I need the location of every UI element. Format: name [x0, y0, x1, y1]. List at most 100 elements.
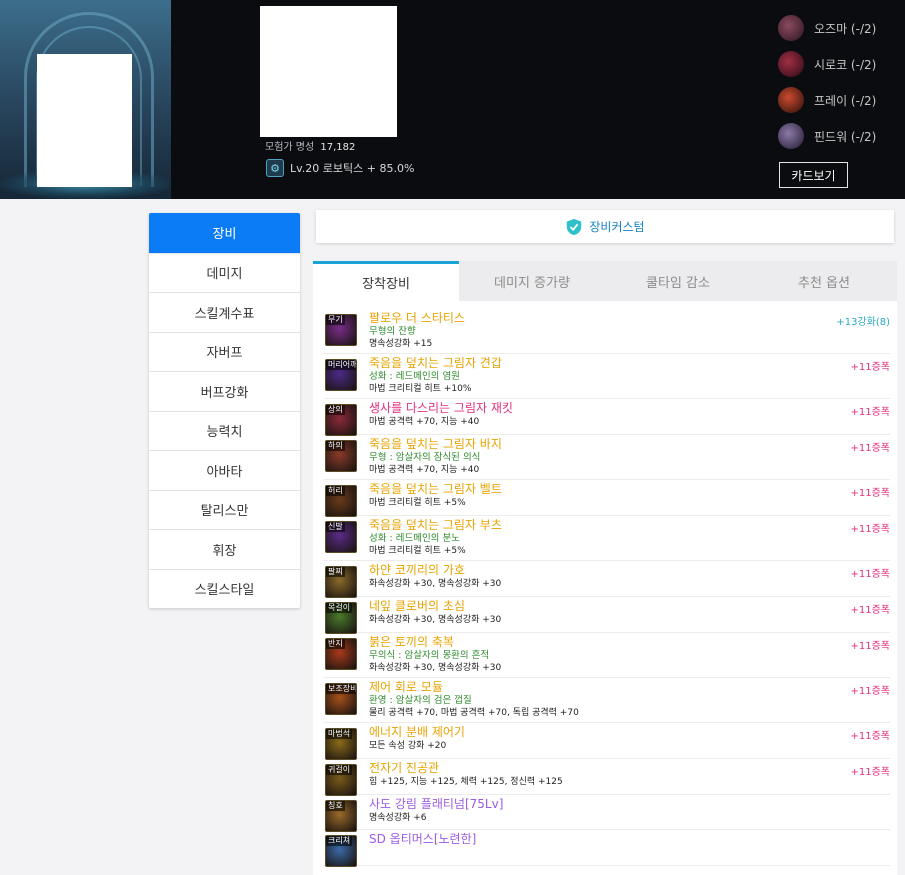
equipment-text: 붉은 토끼의 축복 무의식 : 암살자의 몽환의 흔적화속성강화 +30, 명속성…	[369, 635, 501, 674]
tab-recommended-options[interactable]: 추천 옵션	[751, 261, 897, 301]
equipment-stats: 화속성강화 +30, 명속성강화 +30	[369, 663, 502, 673]
equipment-stats: 마법 공격력 +70, 지능 +40	[369, 465, 480, 475]
equipment-slot-tag: 허리	[326, 486, 345, 496]
equipment-slot-tag: 마법석	[326, 729, 353, 739]
party-member[interactable]: 핀드워 (-/2)	[778, 118, 900, 154]
equipment-name[interactable]: 팔로우 더 스타티스	[369, 311, 465, 326]
menu-item-avatar[interactable]: 아바타	[149, 450, 300, 490]
equipment-stats: 물리 공격력 +70, 마법 공격력 +70, 독립 공격력 +70	[369, 708, 579, 718]
equipment-item-icon: 보조장비	[325, 683, 357, 715]
menu-item-buff-enhance[interactable]: 버프강화	[149, 371, 300, 411]
tab-equipped[interactable]: 장착장비	[313, 261, 459, 301]
equipment-text: 제어 회로 모듈 환영 : 암살자의 검은 껍질물리 공격력 +70, 마법 공격…	[369, 680, 579, 719]
menu-item-stats[interactable]: 능력치	[149, 410, 300, 451]
equipment-name[interactable]: 제어 회로 모듈	[369, 680, 579, 695]
equipment-stats: 모든 속성 강화 +20	[369, 741, 447, 751]
avatar	[778, 15, 804, 41]
equipment-slot-tag: 크리쳐	[326, 836, 353, 846]
equipment-name[interactable]: 죽음을 덮치는 그림자 견갑	[369, 356, 502, 371]
fame-value: 17,182	[320, 142, 356, 153]
equipment-reinforce-level: +11증폭	[850, 569, 890, 580]
equipment-item-icon: 반지	[325, 638, 357, 670]
party-list: 오즈마 (-/2) 시로코 (-/2) 프레이 (-/2) 핀드워 (-/2)	[778, 10, 900, 154]
equipment-row[interactable]: 목걸이 네잎 클로버의 초심 화속성강화 +30, 명속성강화 +30 +11증폭	[324, 597, 890, 634]
card-view-button[interactable]: 카드보기	[779, 162, 848, 188]
equipment-reinforce-level: +11증폭	[850, 686, 890, 697]
party-member[interactable]: 프레이 (-/2)	[778, 82, 900, 118]
equipment-reinforce-level: +11증폭	[850, 443, 890, 454]
party-member[interactable]: 오즈마 (-/2)	[778, 10, 900, 46]
equipment-text: 에너지 분배 제어기 모든 속성 강화 +20	[369, 725, 465, 752]
equipment-stats: 마법 공격력 +70, 지능 +40	[369, 417, 480, 427]
equipment-text: SD 옵티머스[노련한]	[369, 832, 476, 847]
equipment-reinforce-level: +11증폭	[850, 767, 890, 778]
equipment-slot-tag: 무기	[326, 315, 345, 325]
equipment-fusion-option: 성화 : 레드메인의 염원	[369, 371, 460, 382]
equipment-reinforce-level: +11증폭	[850, 524, 890, 535]
equipment-stats: 명속성강화 +6	[369, 813, 427, 823]
equipment-item-icon: 머리어깨	[325, 359, 357, 391]
equipment-text: 하얀 코끼리의 가호 화속성강화 +30, 명속성강화 +30	[369, 563, 501, 590]
equipment-fusion-option: 성화 : 레드메인의 분노	[369, 533, 460, 544]
equipment-custom-button[interactable]: 장비커스텀	[316, 210, 894, 243]
equipment-fusion-option: 환영 : 암살자의 검은 껍질	[369, 695, 472, 706]
equipment-name[interactable]: 붉은 토끼의 축복	[369, 635, 501, 650]
equipment-row[interactable]: 신발 죽음을 덮치는 그림자 부츠 성화 : 레드메인의 분노 마법 크리티컬 히트 …	[324, 516, 890, 561]
equipment-name[interactable]: 죽음을 덮치는 그림자 벨트	[369, 482, 502, 497]
avatar	[778, 87, 804, 113]
equipment-name[interactable]: 죽음을 덮치는 그림자 바지	[369, 437, 502, 452]
equipment-reinforce-level: +11증폭	[850, 362, 890, 373]
side-menu: 장비 데미지 스킬계수표 자버프 버프강화 능력치 아바타 탈리스만 휘장 스킬…	[149, 213, 300, 608]
equipment-row[interactable]: 귀걸이 전자기 진공관 힘 +125, 지능 +125, 체력 +125, 정신력 …	[324, 759, 890, 796]
equipment-item-icon: 목걸이	[325, 602, 357, 634]
equipment-name[interactable]: 하얀 코끼리의 가호	[369, 563, 501, 578]
equipment-name[interactable]: 생사를 다스리는 그림자 재킷	[369, 401, 513, 416]
equipment-slot-tag: 신발	[326, 522, 345, 532]
equipment-row[interactable]: 크리쳐 SD 옵티머스[노련한]	[324, 830, 890, 867]
party-member[interactable]: 시로코 (-/2)	[778, 46, 900, 82]
character-image	[37, 54, 132, 187]
equipment-text: 팔로우 더 스타티스 무형의 잔향 명속성강화 +15	[369, 311, 465, 350]
equipment-row[interactable]: 반지 붉은 토끼의 축복 무의식 : 암살자의 몽환의 흔적화속성강화 +30, 명…	[324, 633, 890, 678]
equipment-row[interactable]: 칭호 사도 강림 플래티넘[75Lv] 명속성강화 +6	[324, 795, 890, 832]
equipment-name[interactable]: 죽음을 덮치는 그림자 부츠	[369, 518, 502, 533]
equipment-name[interactable]: 전자기 진공관	[369, 761, 563, 776]
robotics-icon: ⚙	[266, 159, 284, 177]
menu-item-self-buff[interactable]: 자버프	[149, 331, 300, 372]
menu-item-talisman[interactable]: 탈리스만	[149, 489, 300, 530]
equipment-panel: 무기 팔로우 더 스타티스 무형의 잔향 명속성강화 +15 +13강화(8) 머리어깨 죽…	[313, 301, 897, 875]
equipment-row[interactable]: 머리어깨 죽음을 덮치는 그림자 견갑 성화 : 레드메인의 염원 마법 크리티컬 히…	[324, 354, 890, 399]
equipment-row[interactable]: 상의 생사를 다스리는 그림자 재킷 마법 공격력 +70, 지능 +40 +11증폭	[324, 399, 890, 436]
tab-damage-increase[interactable]: 데미지 증가량	[459, 261, 605, 301]
equipment-tabs: 장착장비 데미지 증가량 쿨타임 감소 추천 옵션	[313, 261, 897, 301]
menu-item-emblem[interactable]: 휘장	[149, 529, 300, 569]
menu-item-skill-style[interactable]: 스킬스타일	[149, 568, 300, 609]
equipment-text: 죽음을 덮치는 그림자 견갑 성화 : 레드메인의 염원 마법 크리티컬 히트 +1…	[369, 356, 502, 395]
fame-row: 모험가 명성 17,182	[265, 138, 355, 153]
equipment-name[interactable]: 사도 강림 플래티넘[75Lv]	[369, 797, 503, 812]
equipment-row[interactable]: 허리 죽음을 덮치는 그림자 벨트 마법 크리티컬 히트 +5% +11증폭	[324, 480, 890, 517]
equipment-item-icon: 팔찌	[325, 566, 357, 598]
equipment-name[interactable]: 에너지 분배 제어기	[369, 725, 465, 740]
equipment-row[interactable]: 하의 죽음을 덮치는 그림자 바지 무형 : 암살자의 잠식된 의식 마법 공격력 +…	[324, 435, 890, 480]
equipment-item-icon: 마법석	[325, 728, 357, 760]
menu-item-damage[interactable]: 데미지	[149, 252, 300, 293]
equipment-fusion-option: 무의식 : 암살자의 몽환의 흔적	[369, 650, 490, 661]
equipment-row[interactable]: 무기 팔로우 더 스타티스 무형의 잔향 명속성강화 +15 +13강화(8)	[324, 309, 890, 354]
equipment-name[interactable]: 네잎 클로버의 초심	[369, 599, 501, 614]
equipment-slot-tag: 반지	[326, 639, 345, 649]
fame-label: 모험가 명성	[265, 142, 315, 153]
equipment-name[interactable]: SD 옵티머스[노련한]	[369, 832, 476, 847]
equipment-fusion-option: 무형의 잔향	[369, 326, 416, 337]
equipment-reinforce-level: +11증폭	[850, 731, 890, 742]
equipment-row[interactable]: 보조장비 제어 회로 모듈 환영 : 암살자의 검은 껍질물리 공격력 +70, 마…	[324, 678, 890, 723]
equipment-slot-tag: 보조장비	[326, 684, 356, 694]
avatar	[778, 51, 804, 77]
equipment-row[interactable]: 팔찌 하얀 코끼리의 가호 화속성강화 +30, 명속성강화 +30 +11증폭	[324, 561, 890, 598]
menu-item-equipment[interactable]: 장비	[149, 213, 300, 253]
equipment-row[interactable]: 마법석 에너지 분배 제어기 모든 속성 강화 +20 +11증폭	[324, 723, 890, 760]
equipment-slot-tag: 목걸이	[326, 603, 353, 613]
equipment-text: 전자기 진공관 힘 +125, 지능 +125, 체력 +125, 정신력 +12…	[369, 761, 563, 788]
menu-item-skill-coefficient[interactable]: 스킬계수표	[149, 292, 300, 332]
tab-cooldown-reduction[interactable]: 쿨타임 감소	[605, 261, 751, 301]
